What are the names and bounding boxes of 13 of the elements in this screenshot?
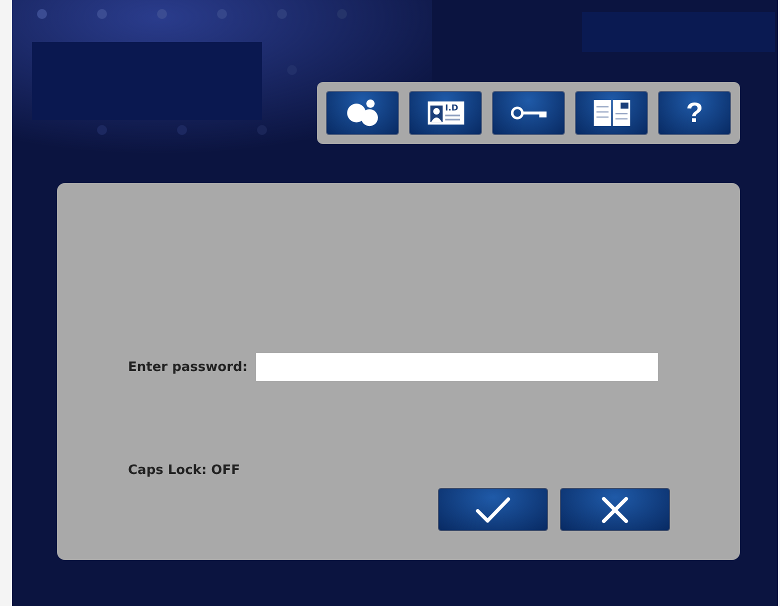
checkmark-icon [475, 496, 511, 524]
id-card-button[interactable]: I.D [409, 91, 482, 135]
chat-button[interactable] [326, 91, 399, 135]
confirm-button[interactable] [438, 488, 548, 531]
key-button[interactable] [492, 91, 565, 135]
help-button[interactable]: ? [658, 91, 731, 135]
caps-lock-status: Caps Lock: OFF [128, 463, 241, 478]
cancel-button[interactable] [560, 488, 670, 531]
password-label: Enter password: [128, 360, 248, 374]
password-field[interactable] [256, 353, 658, 381]
book-button[interactable] [575, 91, 648, 135]
id-card-icon: I.D [426, 99, 464, 127]
book-icon [592, 99, 630, 127]
